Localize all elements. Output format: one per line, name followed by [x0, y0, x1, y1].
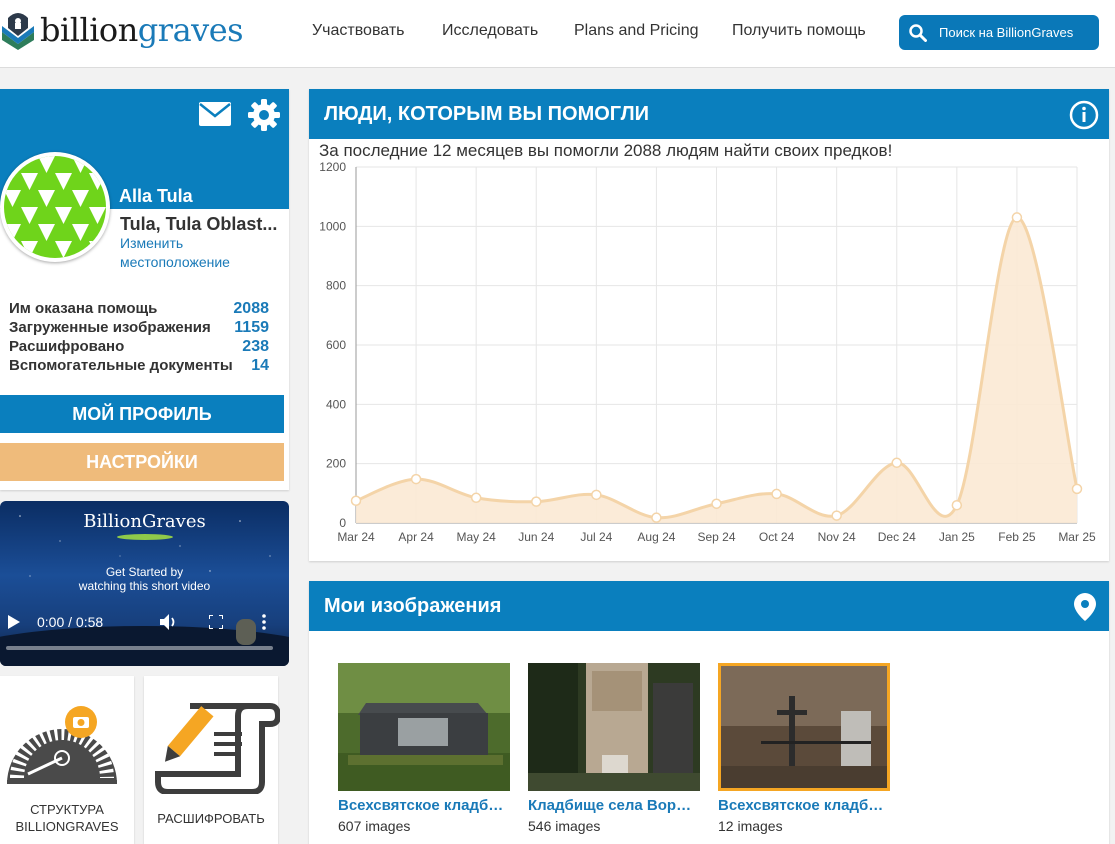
volume-icon[interactable] — [160, 614, 178, 630]
avatar[interactable] — [0, 152, 110, 262]
x-tick-label: Feb 25 — [998, 530, 1036, 544]
data-point — [410, 473, 422, 485]
tile-billiongraves-structure[interactable]: СТРУКТУРА BILLIONGRAVES — [0, 676, 134, 844]
people-helped-chart: 0 200 400 600 800 1000 1200 Mar 24 Apr 24 May 24 J… — [319, 160, 1096, 544]
stat-label: Загруженные изображения — [9, 319, 211, 336]
data-point — [831, 510, 842, 521]
profile-card: Alla Tula Tula, Tula Oblast... Изменить … — [0, 89, 289, 490]
search-icon — [909, 24, 927, 42]
tile-label: РАСШИФРОВАТЬ — [157, 811, 265, 826]
nav-plans-pricing[interactable]: Plans and Pricing — [574, 22, 699, 40]
image-collection-count: 607 images — [338, 818, 411, 834]
x-tick-label: Mar 25 — [1058, 530, 1096, 544]
stat-label: Им оказана помощь — [9, 300, 158, 317]
data-point — [591, 489, 602, 501]
x-tick-label: Aug 24 — [637, 530, 675, 544]
y-tick-label: 200 — [326, 457, 346, 471]
stat-value[interactable]: 14 — [251, 357, 269, 375]
data-point — [350, 495, 362, 506]
nav-get-help[interactable]: Получить помощь — [732, 22, 866, 40]
stat-row-helped: Им оказана помощь 2088 — [9, 300, 269, 317]
data-point — [1071, 483, 1083, 495]
image-thumbnail[interactable] — [338, 663, 510, 791]
image-collection-count: 546 images — [528, 818, 601, 834]
change-location-link[interactable]: Изменить местоположение — [120, 234, 260, 272]
fullscreen-icon[interactable] — [209, 615, 223, 629]
stat-row-uploaded: Загруженные изображения 1159 — [9, 319, 269, 336]
data-point — [711, 498, 722, 509]
x-tick-label: Jan 25 — [939, 530, 975, 544]
gear-icon[interactable] — [248, 99, 280, 131]
video-time: 0:00 / 0:58 — [37, 614, 104, 630]
user-location: Tula, Tula Oblast... — [120, 214, 278, 234]
nav-explore[interactable]: Исследовать — [442, 22, 538, 40]
nav-participate[interactable]: Участвовать — [312, 22, 404, 40]
stat-row-transcribed: Расшифровано 238 — [9, 338, 269, 355]
x-tick-label: May 24 — [456, 530, 496, 544]
logo-icon — [2, 13, 34, 50]
stat-value[interactable]: 238 — [242, 338, 269, 356]
data-point — [771, 488, 782, 500]
data-point — [651, 512, 662, 523]
y-tick-label: 1200 — [319, 160, 346, 174]
more-options-icon[interactable] — [261, 614, 267, 630]
x-tick-label: Nov 24 — [818, 530, 856, 544]
y-tick-label: 1000 — [319, 219, 346, 233]
image-collection-count: 12 images — [718, 818, 783, 834]
my-images-header: Мои изображения — [309, 581, 1109, 631]
top-navigation-bar: billiongraves Участвовать Исследовать Pl… — [0, 0, 1115, 68]
x-tick-label: Apr 24 — [398, 530, 434, 544]
user-name: Alla Tula — [119, 186, 193, 206]
data-point — [891, 457, 902, 469]
panel-title: Мои изображения — [324, 594, 502, 617]
intro-video-player[interactable]: BillionGraves Get Started by watching th… — [0, 501, 289, 666]
stat-value[interactable]: 2088 — [233, 300, 269, 318]
data-point — [470, 492, 482, 504]
transcribe-scroll-icon — [155, 703, 280, 794]
data-point — [951, 499, 963, 511]
x-tick-label: Jun 24 — [518, 530, 554, 544]
my-profile-button[interactable]: МОЙ ПРОФИЛЬ — [0, 395, 284, 433]
image-collection-title[interactable]: Кладбище села Ворошилово — [528, 797, 698, 814]
image-collection-title[interactable]: Всехсвятское кладбище — [338, 797, 508, 814]
image-collection-item[interactable]: Всехсвятское кладбище 12 images — [718, 663, 890, 834]
image-thumbnail[interactable] — [528, 663, 700, 791]
data-point — [531, 496, 542, 507]
data-point — [1011, 212, 1023, 223]
y-tick-label: 600 — [326, 338, 346, 352]
video-brand-underline-icon — [117, 534, 173, 540]
x-tick-label: Oct 24 — [759, 530, 795, 544]
image-collection-item[interactable]: Кладбище села Ворошилово 546 images — [528, 663, 700, 834]
x-tick-label: Dec 24 — [878, 530, 916, 544]
camera-dial-icon — [7, 706, 117, 784]
image-collection-title[interactable]: Всехсвятское кладбище — [718, 797, 888, 814]
tile-transcribe[interactable]: РАСШИФРОВАТЬ — [144, 676, 280, 844]
search-button[interactable]: Поиск на BillionGraves — [899, 15, 1099, 50]
video-brand-title: BillionGraves — [83, 511, 206, 532]
tile-label: СТРУКТУРА BILLIONGRAVES — [15, 802, 119, 834]
image-collection-item[interactable]: Всехсвятское кладбище 607 images — [338, 663, 510, 834]
stat-label: Вспомогательные документы — [9, 357, 233, 374]
stat-label: Расшифровано — [9, 338, 125, 355]
billiongraves-logo[interactable]: billiongraves — [0, 8, 244, 52]
play-icon[interactable] — [8, 615, 20, 629]
x-tick-label: Sep 24 — [697, 530, 735, 544]
y-tick-label: 800 — [326, 279, 346, 293]
stat-row-documents: Вспомогательные документы 14 — [9, 357, 269, 374]
image-thumbnail-selected[interactable] — [718, 663, 890, 791]
settings-button[interactable]: НАСТРОЙКИ — [0, 443, 284, 481]
logo-wordmark: billiongraves — [40, 11, 244, 49]
stat-value[interactable]: 1159 — [234, 319, 269, 337]
map-pin-icon[interactable] — [1074, 593, 1096, 621]
people-helped-panel: ЛЮДИ, КОТОРЫМ ВЫ ПОМОГЛИ За последние 12… — [309, 89, 1109, 561]
video-caption: Get Started by watching this short video — [78, 565, 211, 593]
x-tick-label: Jul 24 — [580, 530, 612, 544]
video-progress-bar[interactable] — [6, 646, 273, 650]
x-tick-label: Mar 24 — [337, 530, 375, 544]
search-button-label: Поиск на BillionGraves — [939, 25, 1074, 40]
y-tick-label: 400 — [326, 397, 346, 411]
y-tick-label: 0 — [339, 516, 346, 530]
mail-icon[interactable] — [199, 102, 231, 126]
